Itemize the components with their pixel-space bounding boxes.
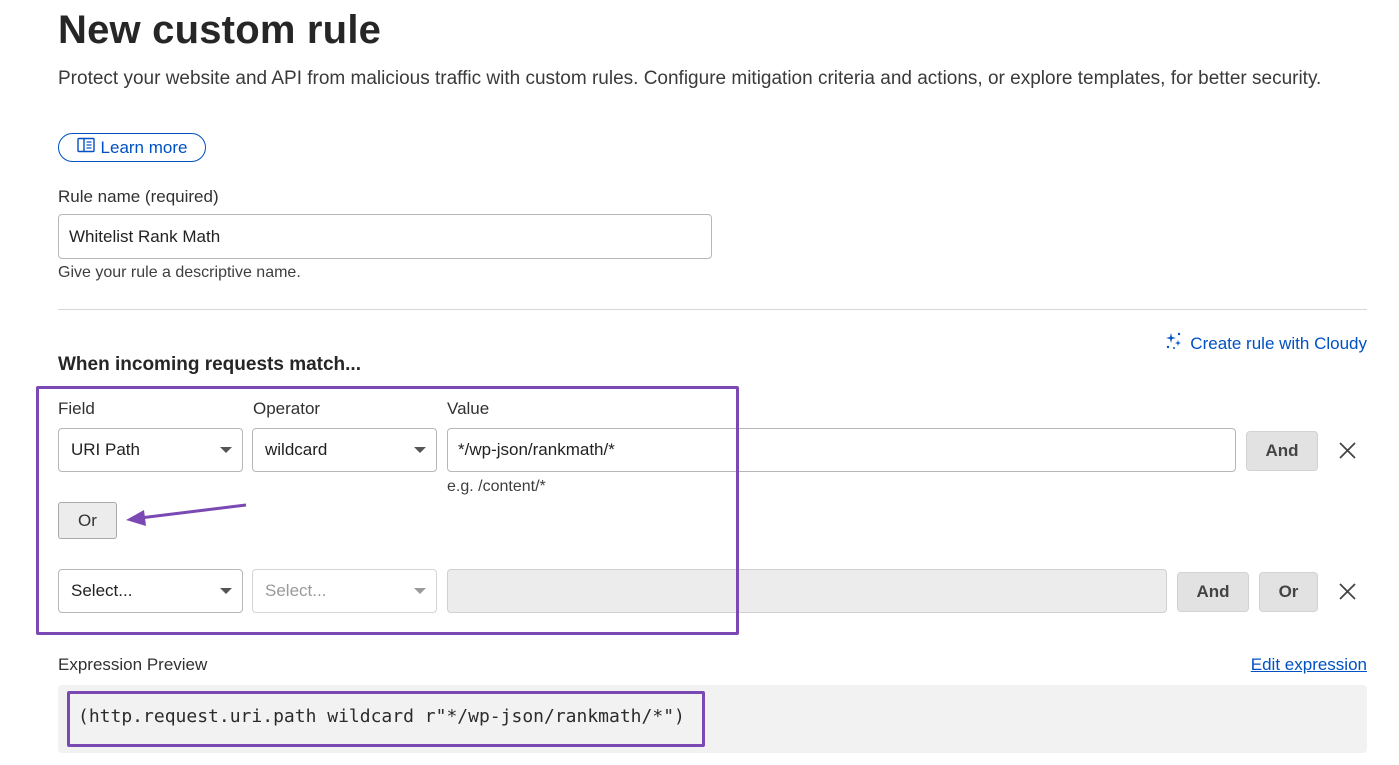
book-icon	[76, 137, 95, 158]
sparkle-icon	[1164, 331, 1184, 356]
or-button-2[interactable]: Or	[1259, 572, 1318, 612]
section-divider	[58, 309, 1367, 310]
rule-name-input[interactable]	[58, 214, 712, 259]
page-description: Protect your website and API from malici…	[58, 68, 1322, 89]
expression-preview-label: Expression Preview	[58, 655, 208, 674]
annotation-highlight-box	[67, 691, 705, 747]
arrow-annotation	[126, 503, 247, 526]
rule-name-hint: Give your rule a descriptive name.	[58, 264, 301, 281]
match-section-title: When incoming requests match...	[58, 354, 361, 375]
learn-more-label: Learn more	[100, 137, 188, 157]
create-rule-with-cloudy-link[interactable]: Create rule with Cloudy	[1164, 331, 1367, 356]
close-icon[interactable]	[1337, 581, 1359, 603]
close-icon[interactable]	[1337, 440, 1359, 462]
and-button[interactable]: And	[1246, 431, 1318, 471]
edit-expression-link[interactable]: Edit expression	[1251, 655, 1367, 675]
rule-name-label: Rule name (required)	[58, 187, 219, 206]
page-title: New custom rule	[58, 8, 382, 52]
and-button-2[interactable]: And	[1177, 572, 1249, 612]
learn-more-button[interactable]: Learn more	[58, 133, 206, 162]
cloudy-link-label: Create rule with Cloudy	[1190, 333, 1367, 353]
